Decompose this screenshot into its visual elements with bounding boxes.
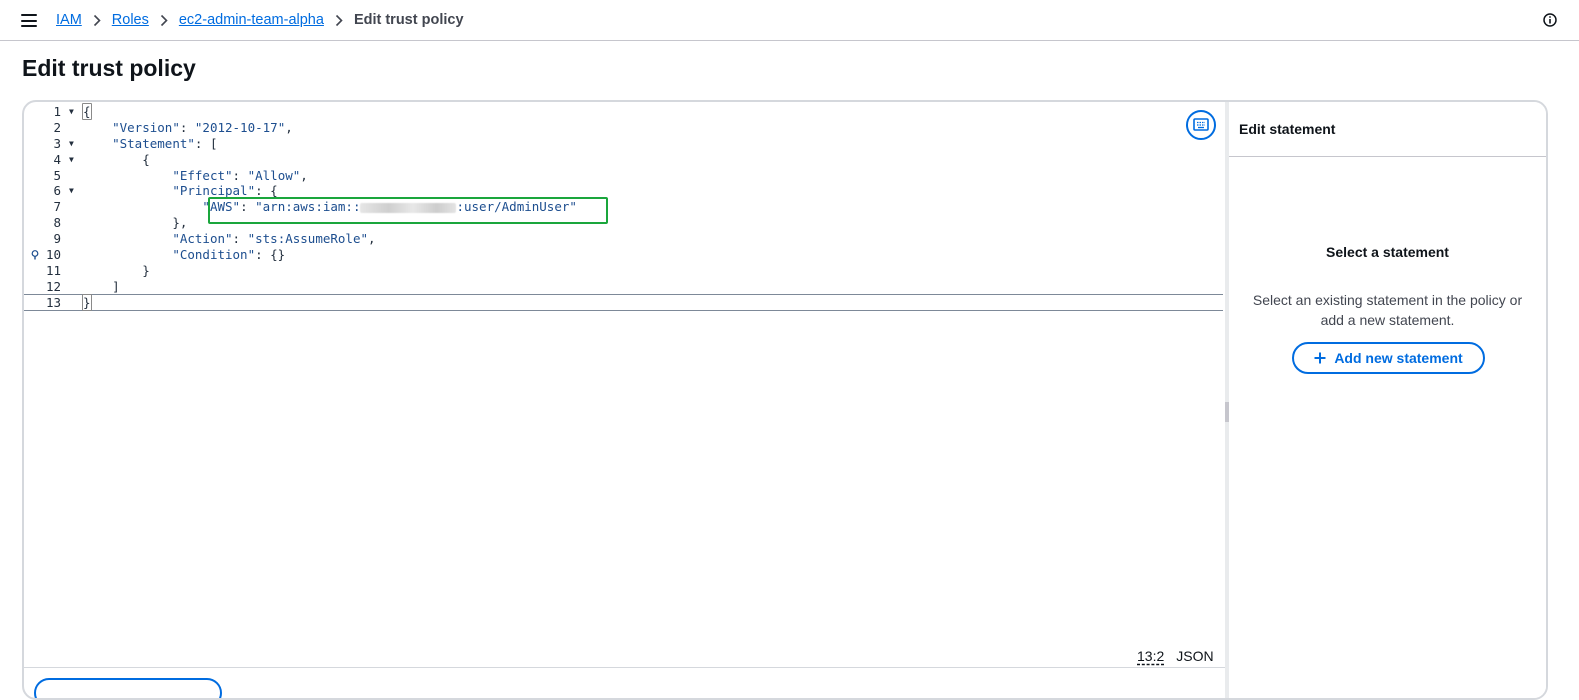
chevron-right-icon: [160, 14, 168, 27]
cursor-position[interactable]: 13:2: [1137, 648, 1164, 664]
empty-state-description: Select an existing statement in the poli…: [1252, 292, 1523, 328]
top-navigation: IAM Roles ec2-admin-team-alpha Edit trus…: [0, 0, 1579, 41]
code-line: ]: [112, 278, 120, 294]
fold-toggle-icon[interactable]: ▼: [69, 136, 74, 152]
line-number: 1: [53, 104, 61, 119]
breadcrumb-iam[interactable]: IAM: [56, 12, 82, 28]
line-number: 8: [53, 215, 61, 231]
principal-highlight-box: [208, 197, 608, 224]
footer-button[interactable]: [34, 678, 222, 698]
edit-statement-panel: Edit statement Select a statement Select…: [1229, 102, 1546, 698]
code-line: {: [142, 151, 150, 167]
breadcrumb-role-name[interactable]: ec2-admin-team-alpha: [179, 12, 324, 28]
code-line: "Action": "sts:AssumeRole",: [172, 231, 376, 247]
line-number: 5: [53, 167, 61, 183]
line-number: 2: [53, 119, 61, 135]
line-number: 12: [45, 278, 61, 294]
panel-header: Edit statement: [1229, 102, 1546, 157]
menu-icon[interactable]: [21, 14, 37, 27]
line-number: 6: [53, 183, 61, 199]
line-number: 11: [45, 262, 61, 278]
page-title: Edit trust policy: [22, 55, 196, 81]
line-number: 3: [53, 135, 61, 151]
empty-state-title: Select a statement: [1326, 244, 1449, 260]
code-line: "Condition": {}: [172, 247, 286, 263]
code-line: "Effect": "Allow",: [172, 167, 308, 183]
code-editor[interactable]: 1 ▼ 2 3 ▼ 4 ▼ 5 6 ▼ 7 8 9 10 11 12 13 { "Ver…: [24, 102, 1225, 698]
line-number: 4: [53, 151, 61, 167]
chevron-right-icon: [93, 14, 101, 27]
add-new-statement-label: Add new statement: [1334, 350, 1463, 366]
editor-bottom-rule: [24, 667, 1225, 668]
line-gutter: 1 ▼ 2 3 ▼ 4 ▼ 5 6 ▼ 7 8 9 10 11 12 13: [24, 104, 84, 311]
policy-editor: 1 ▼ 2 3 ▼ 4 ▼ 5 6 ▼ 7 8 9 10 11 12 13 { "Ver…: [22, 100, 1548, 700]
chevron-right-icon: [335, 14, 343, 27]
code-line: }: [82, 293, 92, 311]
info-icon[interactable]: [1543, 13, 1557, 27]
line-number: 7: [53, 199, 61, 215]
breadcrumb-current: Edit trust policy: [353, 12, 464, 28]
language-mode: JSON: [1176, 648, 1214, 664]
fold-toggle-icon[interactable]: ▼: [69, 104, 74, 120]
line-number: 9: [53, 231, 61, 247]
line-number: 10: [45, 247, 61, 263]
code-line: }: [142, 262, 150, 278]
fold-toggle-icon[interactable]: ▼: [69, 183, 74, 199]
code-line: "Version": "2012-10-17",: [112, 119, 293, 135]
lightbulb-icon[interactable]: [31, 250, 39, 260]
fold-toggle-icon[interactable]: ▼: [69, 152, 74, 168]
add-new-statement-button[interactable]: Add new statement: [1292, 342, 1485, 374]
code-line: "Statement": [: [112, 135, 218, 151]
editor-status-bar: 13:2 JSON: [1137, 648, 1214, 664]
plus-icon: [1314, 352, 1326, 364]
keyboard-icon[interactable]: [1186, 110, 1216, 140]
line-number: 13: [45, 294, 61, 310]
breadcrumb-roles[interactable]: Roles: [112, 12, 149, 28]
code-line: {: [82, 103, 92, 120]
breadcrumb: IAM Roles ec2-admin-team-alpha Edit trus…: [56, 12, 464, 28]
